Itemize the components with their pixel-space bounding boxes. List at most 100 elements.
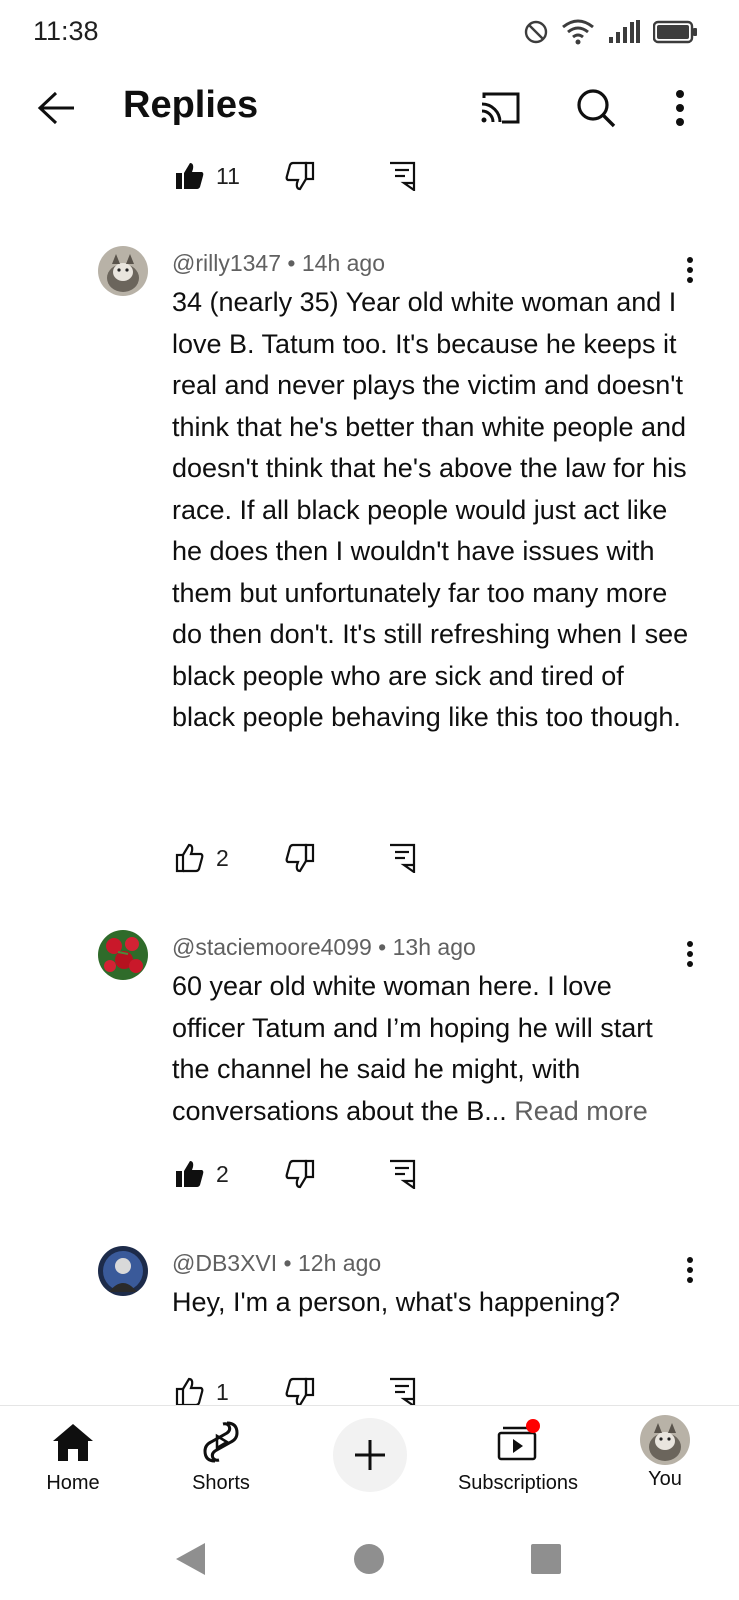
- read-more-link[interactable]: Read more: [514, 1096, 648, 1126]
- author-handle[interactable]: @rilly1347: [172, 250, 281, 276]
- system-back-button[interactable]: [170, 1539, 210, 1579]
- nav-home-label: Home: [46, 1472, 100, 1494]
- reply-button[interactable]: [384, 1374, 420, 1405]
- system-home-button[interactable]: [349, 1539, 389, 1579]
- you-avatar: [640, 1414, 690, 1466]
- page-title: Replies: [123, 84, 259, 126]
- thumb-down-icon: [285, 1159, 315, 1189]
- like-button[interactable]: [172, 840, 208, 876]
- parent-comment-actions: 11: [172, 156, 420, 196]
- nav-shorts-label: Shorts: [192, 1472, 250, 1494]
- replies-list[interactable]: 11 @rilly1347 • 14h ago 34 (nearly 35) Y…: [0, 152, 739, 1405]
- reply-button[interactable]: [384, 840, 420, 876]
- like-button[interactable]: [172, 1374, 208, 1405]
- thumb-up-filled-icon: [176, 163, 204, 189]
- do-not-disturb-icon: [524, 20, 548, 44]
- comment-actions: 1: [172, 1372, 420, 1405]
- shorts-icon: [201, 1418, 241, 1466]
- reply-button[interactable]: [384, 158, 420, 194]
- comment-text: Hey, I'm a person, what's happening?: [172, 1287, 621, 1317]
- back-triangle-icon: [176, 1543, 205, 1575]
- meta-separator: •: [371, 934, 393, 960]
- comment-item: @DB3XVI • 12h ago Hey, I'm a person, wha…: [0, 1246, 739, 1405]
- like-button[interactable]: [172, 158, 208, 194]
- avatar[interactable]: [98, 930, 148, 980]
- cast-icon: [481, 92, 520, 124]
- author-handle[interactable]: @DB3XVI: [172, 1250, 277, 1276]
- like-count: 2: [216, 844, 229, 871]
- comment-meta: @staciemoore4099 • 13h ago: [172, 934, 476, 961]
- comment-item: @staciemoore4099 • 13h ago 60 year old w…: [0, 930, 739, 1230]
- thumb-up-icon: [175, 1377, 204, 1405]
- nav-you[interactable]: You: [622, 1406, 708, 1522]
- app-bar: Replies: [0, 64, 739, 152]
- create-button[interactable]: [333, 1418, 407, 1492]
- nav-you-label: You: [648, 1468, 682, 1490]
- status-bar: 11:38: [0, 0, 739, 64]
- flower-avatar-image: [98, 930, 148, 980]
- comment-time: 14h ago: [301, 250, 385, 276]
- comment-icon: [390, 1377, 416, 1405]
- status-icons: [523, 18, 699, 46]
- reply-button[interactable]: [384, 1156, 420, 1192]
- battery-icon: [653, 20, 697, 44]
- notification-dot: [526, 1419, 540, 1433]
- system-recents-button[interactable]: [526, 1539, 566, 1579]
- dislike-button[interactable]: [282, 158, 318, 194]
- comment-text: 34 (nearly 35) Year old white woman and …: [172, 287, 689, 732]
- comment-icon: [390, 843, 416, 873]
- system-navigation: [0, 1521, 739, 1600]
- comment-meta: @DB3XVI • 12h ago: [172, 1250, 381, 1277]
- nav-home[interactable]: Home: [30, 1406, 116, 1522]
- cast-button[interactable]: [474, 82, 526, 134]
- nav-shorts[interactable]: Shorts: [176, 1406, 266, 1522]
- subscriptions-icon: [495, 1418, 541, 1466]
- more-options-button[interactable]: [654, 82, 706, 134]
- comment-time: 12h ago: [298, 1250, 382, 1276]
- comment-meta: @rilly1347 • 14h ago: [172, 250, 385, 277]
- comment-icon: [390, 161, 416, 191]
- like-count: 1: [216, 1378, 229, 1405]
- comment-item: @rilly1347 • 14h ago 34 (nearly 35) Year…: [0, 246, 739, 896]
- like-button[interactable]: [172, 1156, 208, 1192]
- cat-avatar-image: [98, 246, 148, 296]
- author-handle[interactable]: @staciemoore4099: [172, 934, 372, 960]
- nav-subscriptions-label: Subscriptions: [457, 1472, 579, 1494]
- arrow-left-icon: [37, 91, 74, 125]
- back-button[interactable]: [32, 84, 80, 132]
- comment-time: 13h ago: [392, 934, 476, 960]
- dislike-button[interactable]: [282, 840, 318, 876]
- avatar[interactable]: [98, 1246, 148, 1296]
- home-icon: [51, 1418, 95, 1466]
- comment-actions: 2: [172, 1154, 420, 1194]
- dislike-button[interactable]: [282, 1156, 318, 1192]
- more-vert-icon: [687, 257, 693, 283]
- like-count: 11: [216, 162, 240, 189]
- thumb-up-filled-icon: [176, 1161, 204, 1187]
- more-vert-icon: [687, 1257, 693, 1283]
- nav-subscriptions[interactable]: Subscriptions: [448, 1406, 588, 1522]
- status-time: 11:38: [33, 16, 99, 46]
- search-button[interactable]: [570, 82, 622, 134]
- comment-actions: 2: [172, 838, 420, 878]
- thumb-down-icon: [285, 843, 315, 873]
- recents-square-icon: [531, 1544, 561, 1574]
- meta-separator: •: [277, 1250, 299, 1276]
- bottom-navigation: Home Shorts Subscriptions You: [0, 1405, 739, 1521]
- person-avatar-image: [98, 1246, 148, 1296]
- more-vert-icon: [676, 90, 684, 126]
- wifi-icon: [562, 19, 594, 45]
- dislike-button[interactable]: [282, 1374, 318, 1405]
- comment-text: 60 year old white woman here. I love off…: [172, 966, 692, 1132]
- search-icon: [577, 89, 616, 128]
- plus-icon: [355, 1440, 385, 1470]
- avatar[interactable]: [98, 246, 148, 296]
- more-vert-icon: [687, 941, 693, 967]
- signal-icon: [609, 20, 640, 43]
- home-circle-icon: [354, 1544, 384, 1574]
- meta-separator: •: [281, 250, 302, 276]
- thumb-down-icon: [285, 161, 315, 191]
- thumb-up-icon: [175, 843, 204, 873]
- thumb-down-icon: [285, 1377, 315, 1405]
- like-count: 2: [216, 1160, 229, 1187]
